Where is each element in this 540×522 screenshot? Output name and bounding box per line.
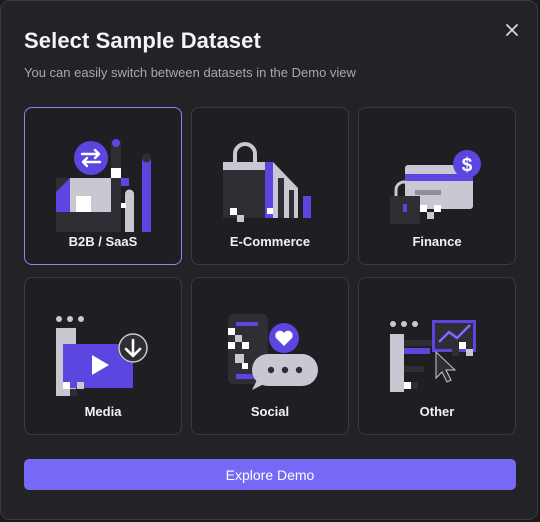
- dataset-label: Media: [84, 404, 122, 419]
- svg-text:$: $: [462, 155, 473, 176]
- close-button[interactable]: [501, 19, 523, 41]
- select-dataset-modal: Select Sample Dataset You can easily swi…: [0, 0, 538, 520]
- credit-card-dollar-illustration-icon: $: [390, 150, 481, 224]
- dataset-card-e-commerce[interactable]: E-Commerce: [191, 107, 349, 265]
- b2b-saas-illustration-icon: [56, 139, 151, 232]
- shopping-bag-illustration-icon: [223, 142, 311, 222]
- dataset-label: Social: [250, 404, 290, 419]
- modal-title: Select Sample Dataset: [24, 28, 261, 53]
- explore-demo-button[interactable]: Explore Demo: [24, 459, 516, 490]
- chat-heart-illustration-icon: [228, 314, 318, 390]
- dataset-card-other[interactable]: Other: [358, 277, 516, 435]
- dataset-grid: B2B / SaaS E-Commerce $ Finance Media So…: [24, 107, 516, 435]
- dataset-label: E-Commerce: [229, 234, 311, 249]
- dataset-card-media[interactable]: Media: [24, 277, 182, 435]
- dataset-card-finance[interactable]: $ Finance: [358, 107, 516, 265]
- dataset-label: Other: [419, 404, 455, 419]
- close-icon: [506, 24, 518, 36]
- dataset-label: Finance: [412, 234, 462, 249]
- chart-cursor-illustration-icon: [390, 320, 476, 392]
- dataset-label: B2B / SaaS: [68, 234, 138, 249]
- dataset-card-social[interactable]: Social: [191, 277, 349, 435]
- dataset-card-b2b-saas[interactable]: B2B / SaaS: [24, 107, 182, 265]
- modal-subtitle: You can easily switch between datasets i…: [24, 65, 356, 80]
- video-play-download-illustration-icon: [56, 316, 148, 396]
